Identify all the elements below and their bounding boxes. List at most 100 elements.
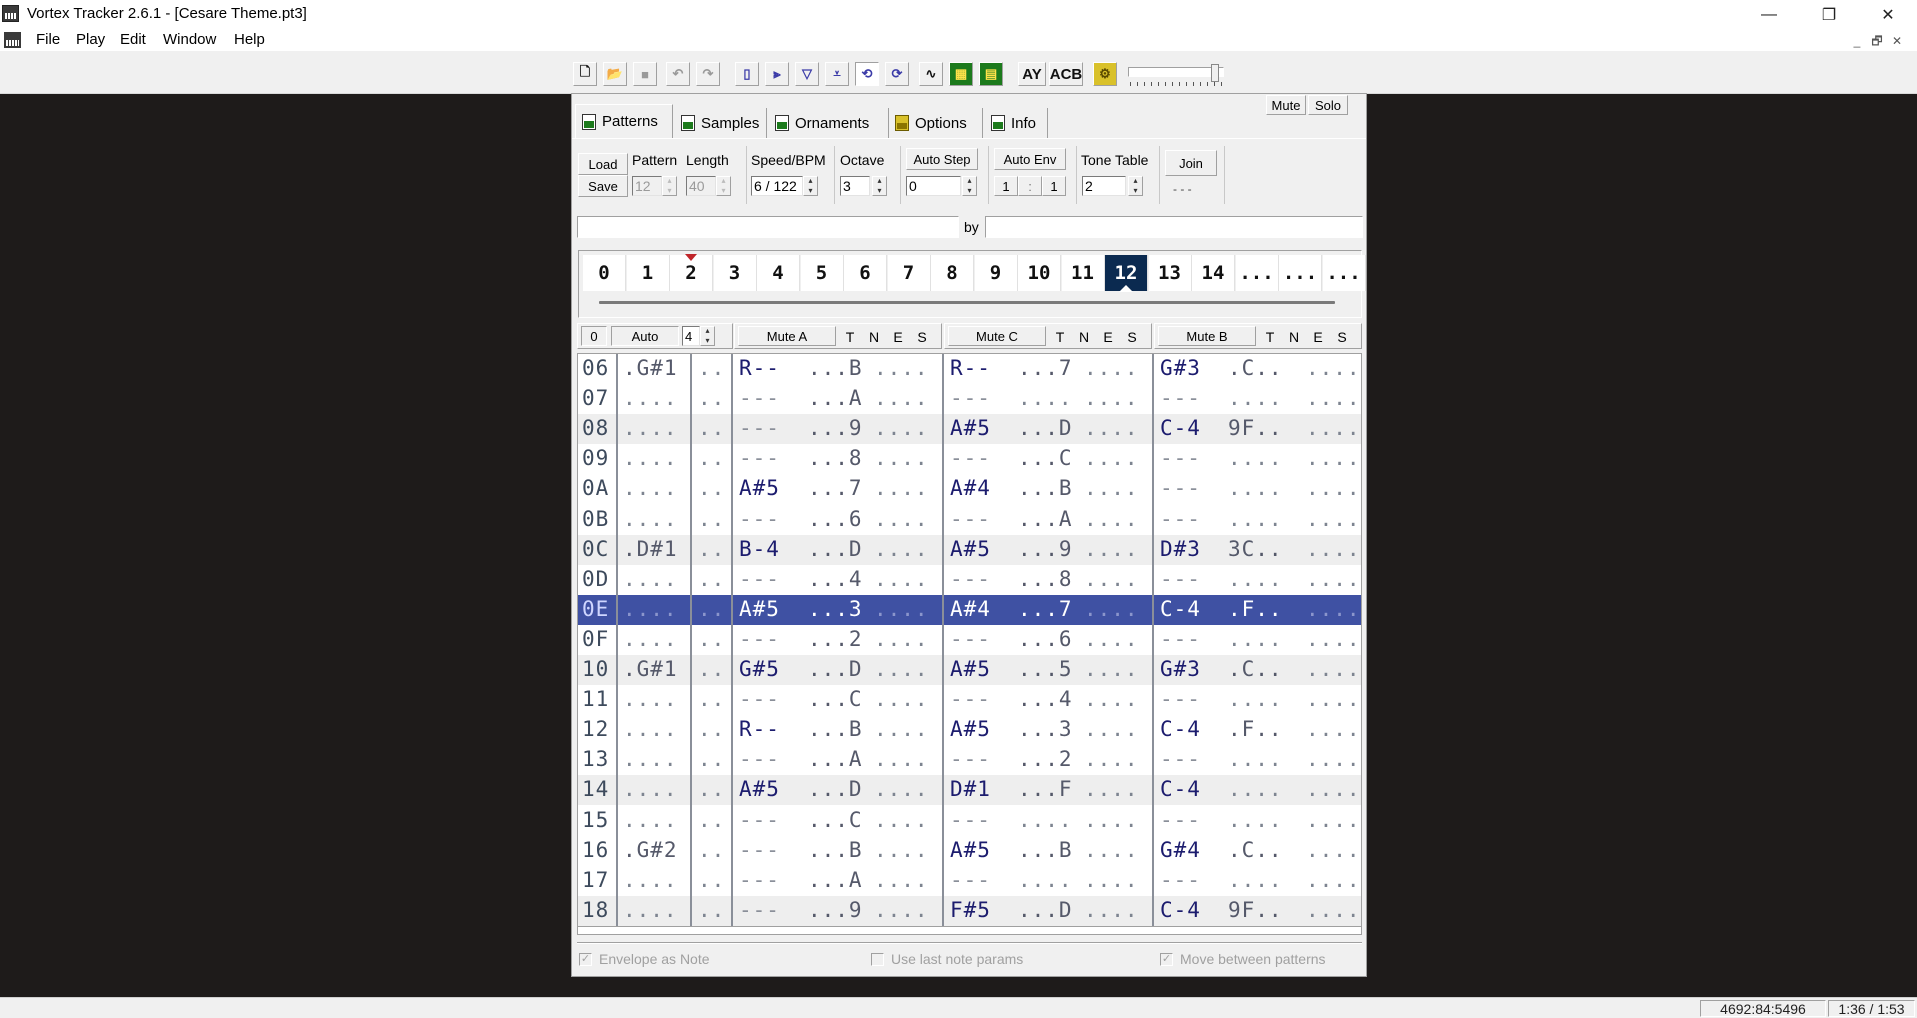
cell-noise[interactable]: .. bbox=[698, 446, 725, 470]
cell-a-par[interactable]: ...D bbox=[808, 777, 863, 801]
cell-b-fx[interactable]: .... bbox=[1306, 386, 1361, 410]
cell-env[interactable]: .G#1 bbox=[623, 356, 678, 380]
cell-a-note[interactable]: --- bbox=[739, 898, 780, 922]
volume-slider[interactable] bbox=[1128, 64, 1224, 88]
loop-pattern-icon[interactable]: ⟳ bbox=[885, 62, 909, 86]
cell-b-note[interactable]: G#3 bbox=[1160, 356, 1201, 380]
cell-b-note[interactable]: C-4 bbox=[1160, 898, 1201, 922]
cell-b-par[interactable]: .... bbox=[1228, 507, 1283, 531]
cell-c-fx[interactable]: .... bbox=[1084, 537, 1139, 561]
cell-b-fx[interactable]: .... bbox=[1306, 356, 1361, 380]
cell-c-par[interactable]: ...D bbox=[1018, 898, 1073, 922]
channel-toggle-e[interactable]: E bbox=[1098, 327, 1118, 347]
cell-a-fx[interactable]: .... bbox=[874, 507, 929, 531]
cell-env[interactable]: .D#1 bbox=[623, 537, 678, 561]
volume-slider-thumb[interactable] bbox=[1211, 64, 1219, 82]
cell-c-note[interactable]: --- bbox=[950, 627, 991, 651]
cell-env[interactable]: .... bbox=[623, 627, 678, 651]
cell-b-fx[interactable]: .... bbox=[1306, 898, 1361, 922]
cell-c-note[interactable]: --- bbox=[950, 567, 991, 591]
cell-c-fx[interactable]: .... bbox=[1084, 717, 1139, 741]
cell-a-par[interactable]: ...D bbox=[808, 537, 863, 561]
cell-a-note[interactable]: --- bbox=[739, 747, 780, 771]
move-between-patterns-checkbox[interactable]: ✓ Move between patterns bbox=[1160, 951, 1326, 967]
cell-line[interactable]: 07 bbox=[582, 386, 609, 410]
cell-a-note[interactable]: --- bbox=[739, 838, 780, 862]
cell-noise[interactable]: .. bbox=[698, 537, 725, 561]
cell-a-par[interactable]: ...9 bbox=[808, 416, 863, 440]
cell-a-fx[interactable]: .... bbox=[874, 747, 929, 771]
solo-button[interactable]: Solo bbox=[1308, 95, 1348, 115]
cell-b-fx[interactable]: .... bbox=[1306, 537, 1361, 561]
settings-icon[interactable]: ⚙ bbox=[1093, 62, 1117, 86]
position-cell[interactable]: 7 bbox=[887, 255, 931, 291]
pattern-row[interactable]: 16 .G#2.. --- ...B.... A#5 ...B.... G#4 .C.....… bbox=[578, 836, 1361, 866]
cell-line[interactable]: 0D bbox=[582, 567, 609, 591]
cell-b-par[interactable]: .C.. bbox=[1228, 356, 1283, 380]
cell-a-note[interactable]: R-- bbox=[739, 717, 780, 741]
channel-toggle-e[interactable]: E bbox=[888, 327, 908, 347]
channel-toggle-s[interactable]: S bbox=[1122, 327, 1142, 347]
cell-c-par[interactable]: ...7 bbox=[1018, 356, 1073, 380]
cell-a-par[interactable]: ...C bbox=[808, 687, 863, 711]
pattern-row[interactable]: 0C .D#1.. B-4 ...D.... A#5 ...9.... D#3 3C.....… bbox=[578, 534, 1361, 565]
cell-noise[interactable]: .. bbox=[698, 627, 725, 651]
cell-line[interactable]: 0A bbox=[582, 476, 609, 500]
cell-line[interactable]: 16 bbox=[582, 838, 609, 862]
cell-c-note[interactable]: --- bbox=[950, 687, 991, 711]
counter-icon[interactable]: ▤ bbox=[979, 62, 1003, 86]
cell-env[interactable]: .... bbox=[623, 507, 678, 531]
cell-noise[interactable]: .. bbox=[698, 898, 725, 922]
positions-scrollbar[interactable] bbox=[599, 301, 1335, 304]
position-cell[interactable]: ... bbox=[1279, 255, 1322, 291]
pattern-row[interactable]: 0D...... --- ...4.... --- ...8.... ---.......… bbox=[578, 565, 1361, 595]
cell-env[interactable]: .... bbox=[623, 808, 678, 832]
tab-patterns[interactable]: Patterns bbox=[575, 104, 673, 138]
position-cell[interactable]: 13 bbox=[1148, 255, 1192, 291]
pattern-row[interactable]: 13...... --- ...A.... --- ...2.... ---.......… bbox=[578, 745, 1361, 775]
cell-a-par[interactable]: ...2 bbox=[808, 627, 863, 651]
cell-c-note[interactable]: A#5 bbox=[950, 717, 991, 741]
cell-a-par[interactable]: ...8 bbox=[808, 446, 863, 470]
cell-env[interactable]: .... bbox=[623, 747, 678, 771]
auto-highlight-button[interactable]: Auto bbox=[611, 326, 679, 346]
pattern-row[interactable]: 11...... --- ...C.... --- ...4.... ---.......… bbox=[578, 685, 1361, 715]
pattern-row[interactable]: 06 .G#1.. R-- ...B.... R-- ...7.... G#3 .C.....… bbox=[578, 354, 1361, 384]
cell-c-par[interactable]: ...C bbox=[1018, 446, 1073, 470]
cell-b-par[interactable]: .... bbox=[1228, 777, 1283, 801]
cell-b-fx[interactable]: .... bbox=[1306, 868, 1361, 892]
cell-c-par[interactable]: ...6 bbox=[1018, 627, 1073, 651]
pattern-spinner[interactable]: ▴ ▾ bbox=[662, 176, 677, 196]
cell-c-par[interactable]: .... bbox=[1018, 386, 1073, 410]
cell-b-par[interactable]: 3C.. bbox=[1228, 537, 1283, 561]
menu-file[interactable]: File bbox=[36, 31, 60, 48]
cell-b-fx[interactable]: .... bbox=[1306, 657, 1361, 681]
cell-a-note[interactable]: --- bbox=[739, 567, 780, 591]
cell-c-fx[interactable]: .... bbox=[1084, 446, 1139, 470]
cell-b-note[interactable]: D#3 bbox=[1160, 537, 1201, 561]
position-cell[interactable]: 10 bbox=[1018, 255, 1061, 291]
cell-a-note[interactable]: R-- bbox=[739, 356, 780, 380]
position-cell[interactable]: 0 bbox=[583, 255, 626, 291]
cell-env[interactable]: .... bbox=[623, 717, 678, 741]
menu-help[interactable]: Help bbox=[234, 31, 265, 48]
cell-c-fx[interactable]: .... bbox=[1084, 777, 1139, 801]
mdi-restore-button[interactable]: 🗗 bbox=[1868, 32, 1886, 50]
cell-a-par[interactable]: ...B bbox=[808, 838, 863, 862]
position-cell[interactable]: 1 bbox=[626, 255, 670, 291]
speed-field[interactable]: 6 / 122 bbox=[751, 176, 803, 196]
cell-b-par[interactable]: .... bbox=[1228, 476, 1283, 500]
cell-c-note[interactable]: A#5 bbox=[950, 657, 991, 681]
cell-b-fx[interactable]: .... bbox=[1306, 507, 1361, 531]
cell-a-fx[interactable]: .... bbox=[874, 657, 929, 681]
cell-b-fx[interactable]: .... bbox=[1306, 446, 1361, 470]
mute-button[interactable]: Mute bbox=[1266, 95, 1306, 115]
cell-a-note[interactable]: A#5 bbox=[739, 777, 780, 801]
cell-c-note[interactable]: A#5 bbox=[950, 537, 991, 561]
cell-noise[interactable]: .. bbox=[698, 507, 725, 531]
cell-b-fx[interactable]: .... bbox=[1306, 687, 1361, 711]
save-icon[interactable]: ■ bbox=[633, 62, 657, 86]
cell-b-par[interactable]: .... bbox=[1228, 747, 1283, 771]
cell-b-par[interactable]: .... bbox=[1228, 808, 1283, 832]
cell-a-note[interactable]: A#5 bbox=[739, 597, 780, 621]
